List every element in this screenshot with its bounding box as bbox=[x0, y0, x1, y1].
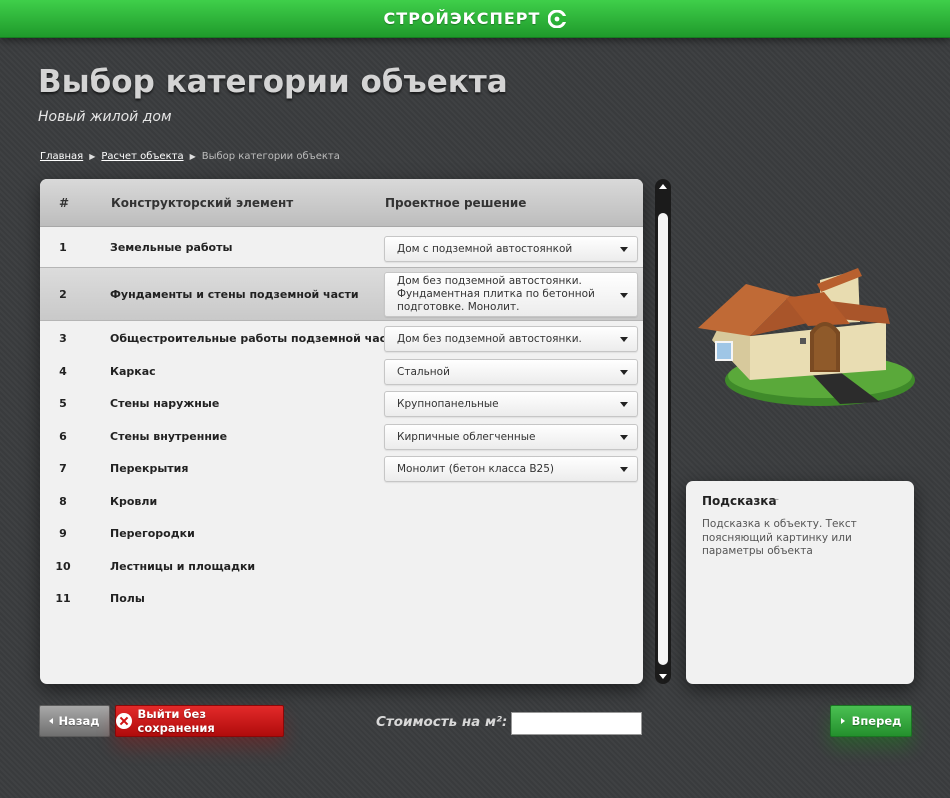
chevron-down-icon bbox=[620, 435, 628, 440]
solution-value: Дом без подземной автостоянки. Фундамент… bbox=[397, 275, 595, 313]
solution-value: Крупнопанельные bbox=[397, 398, 499, 410]
breadcrumb-home-link[interactable]: Главная bbox=[40, 151, 83, 162]
cost-per-sqm-label: Стоимость на м²: bbox=[376, 714, 508, 730]
solution-select[interactable]: Дом с подземной автостоянкой bbox=[384, 236, 638, 262]
table-row[interactable]: 1 Земельные работы Дом с подземной автос… bbox=[40, 231, 643, 265]
back-button-label: Назад bbox=[58, 714, 100, 728]
solution-value: Кирпичные облегченные bbox=[397, 431, 536, 443]
table-row[interactable]: 6 Стены внутренние Кирпичные облегченные bbox=[40, 421, 643, 453]
close-circle-icon bbox=[116, 713, 132, 729]
col-solution-header: Проектное решение bbox=[385, 196, 527, 210]
row-element-name: Кровли bbox=[110, 495, 158, 508]
exit-without-saving-button[interactable]: Выйти без сохранения bbox=[115, 705, 284, 737]
row-element-name: Перегородки bbox=[110, 527, 195, 540]
chevron-down-icon bbox=[620, 370, 628, 375]
row-number: 4 bbox=[59, 365, 67, 378]
row-number: 9 bbox=[59, 527, 67, 540]
crumb-arrow-icon: ▶ bbox=[89, 152, 96, 161]
house-illustration bbox=[690, 262, 920, 412]
hint-collapse-toggle[interactable]: – bbox=[774, 494, 779, 505]
solution-value: Монолит (бетон класса B25) bbox=[397, 463, 555, 475]
brand-name: СТРОЙЭКСПЕРТ bbox=[383, 9, 541, 28]
row-element-name: Общестроительные работы подземной части bbox=[110, 332, 401, 345]
hint-text: Подсказка к объекту. Текст поясняющий ка… bbox=[702, 518, 857, 557]
solution-value: Стальной bbox=[397, 366, 450, 378]
col-num-header: # bbox=[59, 196, 70, 210]
next-button-label: Вперед bbox=[851, 714, 902, 728]
row-number: 8 bbox=[59, 495, 67, 508]
exit-button-label: Выйти без сохранения bbox=[137, 707, 215, 735]
table-row[interactable]: 7 Перекрытия Монолит (бетон класса B25) bbox=[40, 453, 643, 485]
table-header: # Конструкторский элемент Проектное реше… bbox=[40, 179, 643, 227]
scroll-down-arrow-icon[interactable] bbox=[659, 674, 667, 679]
back-button[interactable]: Назад bbox=[39, 705, 110, 737]
chevron-down-icon bbox=[620, 402, 628, 407]
row-number: 5 bbox=[59, 397, 67, 410]
top-bar: СТРОЙЭКСПЕРТ bbox=[0, 0, 950, 38]
solution-select[interactable]: Дом без подземной автостоянки. Фундамент… bbox=[384, 272, 638, 317]
table-row[interactable]: 4 Каркас Стальной bbox=[40, 356, 643, 388]
cost-per-sqm-input[interactable] bbox=[511, 712, 642, 735]
row-number: 6 bbox=[59, 430, 67, 443]
row-element-name: Земельные работы bbox=[110, 241, 233, 254]
solution-value: Дом с подземной автостоянкой bbox=[397, 243, 573, 255]
table-row[interactable]: 11 Полы bbox=[40, 583, 643, 615]
row-element-name: Стены наружные bbox=[110, 397, 220, 410]
table-row[interactable]: 3 Общестроительные работы подземной част… bbox=[40, 323, 643, 355]
row-element-name: Стены внутренние bbox=[110, 430, 228, 443]
table-scrollbar[interactable] bbox=[655, 179, 671, 684]
brand-logo[interactable]: СТРОЙЭКСПЕРТ bbox=[384, 9, 567, 28]
row-number: 1 bbox=[59, 241, 67, 254]
chevron-down-icon bbox=[620, 247, 628, 252]
page-subtitle: Новый жилой дом bbox=[38, 109, 172, 125]
breadcrumb-current: Выбор категории объекта bbox=[201, 151, 340, 162]
breadcrumb: Главная ▶ Расчет объекта ▶ Выбор категор… bbox=[40, 151, 340, 162]
row-element-name: Перекрытия bbox=[110, 462, 189, 475]
arrow-right-icon bbox=[840, 718, 845, 724]
chevron-down-icon bbox=[620, 292, 628, 298]
page-title: Выбор категории объекта bbox=[38, 64, 508, 100]
row-element-name: Каркас bbox=[110, 365, 156, 378]
row-number: 2 bbox=[59, 288, 67, 301]
row-element-name: Лестницы и площадки bbox=[110, 560, 256, 573]
row-number: 3 bbox=[59, 332, 67, 345]
chevron-down-icon bbox=[620, 467, 628, 472]
scroll-up-arrow-icon[interactable] bbox=[659, 184, 667, 189]
hint-title: Подсказка bbox=[702, 494, 777, 508]
next-button[interactable]: Вперед bbox=[830, 705, 912, 737]
table-row[interactable]: 2 Фундаменты и стены подземной части Дом… bbox=[40, 267, 643, 321]
row-element-name: Фундаменты и стены подземной части bbox=[110, 288, 359, 301]
arrow-left-icon bbox=[49, 718, 54, 724]
elements-table: # Конструкторский элемент Проектное реше… bbox=[40, 179, 643, 684]
solution-select[interactable]: Кирпичные облегченные bbox=[384, 424, 638, 450]
solution-select[interactable]: Монолит (бетон класса B25) bbox=[384, 456, 638, 482]
logo-mark-icon bbox=[548, 9, 567, 28]
row-element-name: Полы bbox=[110, 592, 145, 605]
table-row[interactable]: 9 Перегородки bbox=[40, 518, 643, 550]
row-number: 10 bbox=[55, 560, 71, 573]
table-row[interactable]: 10 Лестницы и площадки bbox=[40, 551, 643, 583]
solution-select[interactable]: Дом без подземной автостоянки. bbox=[384, 326, 638, 352]
chevron-down-icon bbox=[620, 337, 628, 342]
breadcrumb-calc-link[interactable]: Расчет объекта bbox=[101, 151, 183, 162]
table-row[interactable]: 8 Кровли bbox=[40, 486, 643, 518]
scroll-thumb[interactable] bbox=[658, 213, 668, 665]
row-number: 11 bbox=[55, 592, 71, 605]
col-element-header: Конструкторский элемент bbox=[111, 196, 294, 210]
solution-value: Дом без подземной автостоянки. bbox=[397, 333, 582, 345]
solution-select[interactable]: Стальной bbox=[384, 359, 638, 385]
crumb-arrow-icon: ▶ bbox=[189, 152, 196, 161]
table-row[interactable]: 5 Стены наружные Крупнопанельные bbox=[40, 388, 643, 420]
row-number: 7 bbox=[59, 462, 67, 475]
solution-select[interactable]: Крупнопанельные bbox=[384, 391, 638, 417]
hint-panel: Подсказка – Подсказка к объекту. Текст п… bbox=[686, 481, 914, 684]
